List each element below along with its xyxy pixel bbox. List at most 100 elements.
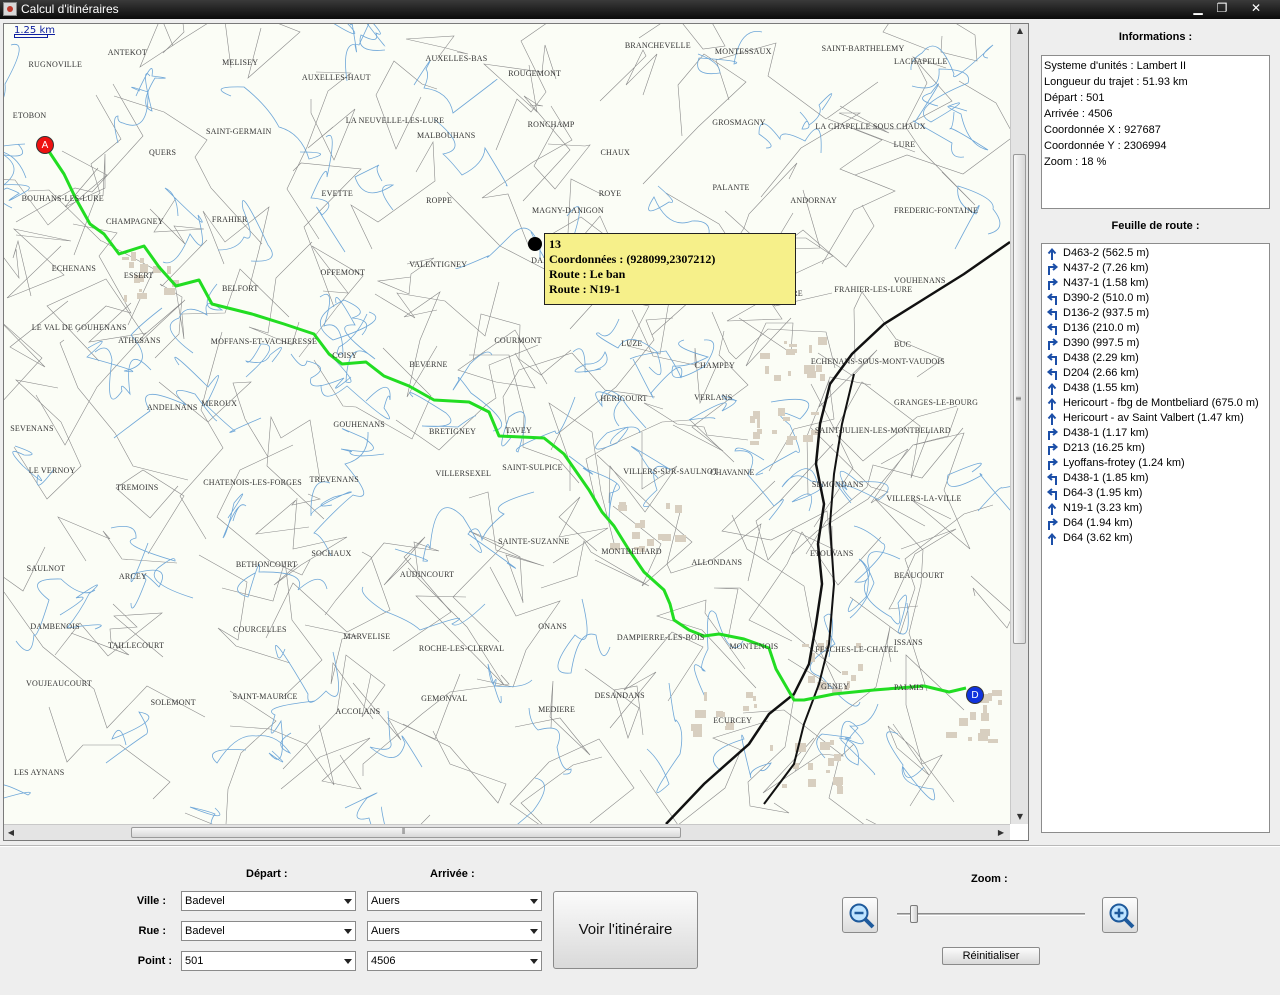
arrivee-ville-select[interactable]: Auers <box>367 891 542 911</box>
urban-block <box>807 371 816 378</box>
river-segment <box>568 455 620 521</box>
town-label: CHAVANNE <box>710 467 755 477</box>
urban-block <box>946 732 957 738</box>
town-label: MALBOUHANS <box>416 130 476 140</box>
town-label: ROPPE <box>426 195 453 205</box>
zoom-header: Zoom : <box>971 873 1008 885</box>
town-label: SAINT-JULIEN-LES-MONTBELIARD <box>814 425 951 435</box>
river-segment <box>361 586 486 631</box>
road-segment <box>548 402 616 548</box>
roadmap-item[interactable]: D213 (16.25 km) <box>1044 441 1267 456</box>
river-segment <box>174 356 262 433</box>
roadmap-item[interactable]: D204 (2.66 km) <box>1044 366 1267 381</box>
roadmap-item[interactable]: Hericourt - av Saint Valbert (1.47 km) <box>1044 411 1267 426</box>
town-label: GOUHENANS <box>333 420 385 430</box>
route-line <box>42 143 967 702</box>
reset-zoom-button[interactable]: Réinitialiser <box>942 947 1040 965</box>
urban-block <box>632 532 640 539</box>
zoom-in-button[interactable] <box>1102 897 1138 933</box>
urban-block <box>746 692 753 698</box>
close-button[interactable]: ✕ <box>1244 1 1268 17</box>
town-label: ECHENANS-SOUS-MONT-VAUDOIS <box>810 356 945 366</box>
river-segment <box>4 784 31 799</box>
town-label: BRETIGNEY <box>429 427 477 437</box>
urban-block <box>978 733 988 741</box>
town-label: VOUHENANS <box>894 276 946 286</box>
selected-point-marker[interactable] <box>528 237 542 251</box>
town-label: COURMONT <box>494 336 542 346</box>
horizontal-scroll-thumb[interactable] <box>131 827 681 838</box>
depart-point-select[interactable]: 501 <box>181 951 356 971</box>
road-segment <box>273 497 348 586</box>
turn-right-icon <box>1048 443 1059 455</box>
horizontal-scrollbar[interactable]: ◀ ⦀ ▶ <box>4 824 1010 840</box>
scroll-left-arrow-icon[interactable]: ◀ <box>4 825 18 841</box>
roadmap-item[interactable]: D136 (210.0 m) <box>1044 321 1267 336</box>
info-start: Départ : 501 <box>1044 92 1105 104</box>
roadmap-item[interactable]: D390-2 (510.0 m) <box>1044 291 1267 306</box>
minimize-button[interactable]: ▁ <box>1186 1 1210 17</box>
roadmap-item[interactable]: D438 (1.55 km) <box>1044 381 1267 396</box>
tooltip-coordinates: Coordonnées : (928099,2307212) <box>549 252 716 266</box>
town-label: ACCOLANS <box>335 707 381 717</box>
maximize-button[interactable]: ❐ <box>1210 1 1234 17</box>
grip-icon: ⦀ <box>402 827 406 836</box>
urban-block <box>750 441 759 445</box>
end-marker[interactable]: D <box>966 686 984 704</box>
roadmap-item[interactable]: D64 (1.94 km) <box>1044 516 1267 531</box>
river-segment <box>946 462 1010 511</box>
map-view[interactable]: RUGNOVILLE ANTEKOT MELISEY AUXELLES-HAUT AUX… <box>4 24 1010 824</box>
town-label: ALLONDANS <box>691 558 743 568</box>
zoom-slider-knob[interactable] <box>910 905 918 923</box>
river-segment <box>631 446 672 508</box>
road-segment <box>821 118 896 265</box>
zoom-slider-track[interactable] <box>897 913 1085 916</box>
roadmap-item[interactable]: Hericourt - fbg de Montbeliard (675.0 m) <box>1044 396 1267 411</box>
roadmap-item[interactable]: N437-1 (1.58 km) <box>1044 276 1267 291</box>
roadmap-item[interactable]: D136-2 (937.5 m) <box>1044 306 1267 321</box>
arrivee-rue-select[interactable]: Auers <box>367 921 542 941</box>
zoom-in-icon <box>1109 903 1135 929</box>
scroll-up-arrow-icon[interactable]: ▲ <box>1011 24 1029 38</box>
urban-block <box>618 505 627 511</box>
arrivee-point-select[interactable]: 4506 <box>367 951 542 971</box>
urban-block <box>783 417 790 421</box>
road-segment <box>198 554 291 664</box>
roadmap-item[interactable]: Lyoffans-frotey (1.24 km) <box>1044 456 1267 471</box>
urban-block <box>820 374 825 381</box>
road-segment <box>713 587 842 674</box>
roadmap-item[interactable]: N19-1 (3.23 km) <box>1044 501 1267 516</box>
zoom-out-button[interactable] <box>842 897 878 933</box>
roadmap-list[interactable]: D463-2 (562.5 m) N437-2 (7.26 km) N437-1 (… <box>1041 243 1270 833</box>
depart-point-value: 501 <box>185 955 204 967</box>
scroll-right-arrow-icon[interactable]: ▶ <box>994 825 1008 841</box>
urban-block <box>140 258 144 263</box>
town-label: MONTENOIS <box>729 641 779 651</box>
tooltip-road-2: Route : N19-1 <box>549 282 621 296</box>
roadmap-item[interactable]: D438-1 (1.85 km) <box>1044 471 1267 486</box>
town-label: BOUHANS-LES-LURE <box>21 193 104 203</box>
roadmap-item-label: D438 (1.55 km) <box>1063 382 1139 394</box>
urban-block <box>816 365 822 372</box>
roadmap-item[interactable]: D463-2 (562.5 m) <box>1044 246 1267 261</box>
vertical-scrollbar[interactable]: ▲ ≡ ▼ <box>1010 24 1028 824</box>
town-label: ANDORNAY <box>790 196 838 206</box>
depart-ville-select[interactable]: Badevel <box>181 891 356 911</box>
road-segment <box>970 575 1010 612</box>
roadmap-item[interactable]: D438 (2.29 km) <box>1044 351 1267 366</box>
zoom-slider[interactable] <box>897 905 1085 925</box>
straight-arrow-icon <box>1047 532 1057 545</box>
start-marker[interactable]: A <box>36 136 54 154</box>
roadmap-item[interactable]: D438-1 (1.17 km) <box>1044 426 1267 441</box>
depart-rue-select[interactable]: Badevel <box>181 921 356 941</box>
roadmap-item[interactable]: D390 (997.5 m) <box>1044 336 1267 351</box>
town-label: FRAHIER <box>211 215 248 225</box>
roadmap-item[interactable]: D64 (3.62 km) <box>1044 531 1267 546</box>
river-segment <box>528 707 572 775</box>
scroll-down-arrow-icon[interactable]: ▼ <box>1011 810 1029 824</box>
roadmap-item[interactable]: N437-2 (7.26 km) <box>1044 261 1267 276</box>
roadmap-item-label: D438-1 (1.85 km) <box>1063 472 1149 484</box>
show-route-button[interactable]: Voir l'itinéraire <box>553 891 698 969</box>
roadmap-item[interactable]: D64-3 (1.95 km) <box>1044 486 1267 501</box>
town-label: CHATENOIS-LES-FORGES <box>203 477 302 487</box>
